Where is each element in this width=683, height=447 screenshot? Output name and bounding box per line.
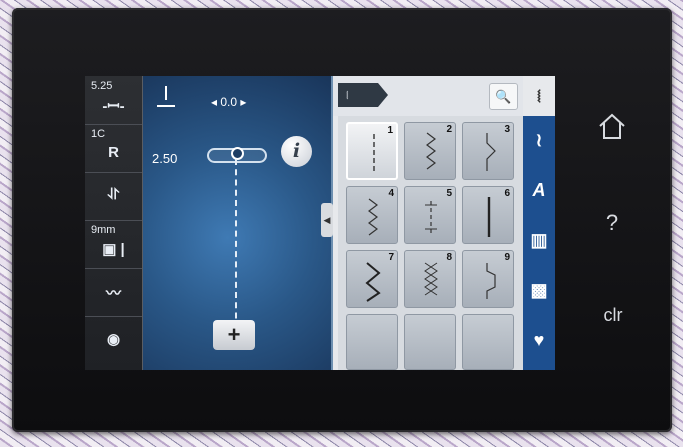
thread-tension-icon: -ꟷ- xyxy=(102,98,125,115)
stitch-tile-11[interactable] xyxy=(404,314,456,370)
buttonholes-icon: ▥ xyxy=(530,230,548,250)
blind-stitch-icon xyxy=(486,263,496,299)
practical-stitches-icon: ⧙ xyxy=(537,86,541,106)
touch-screen: 5.25 -ꟷ- 1C R ⥯ 9mm ▣ | 〰 ◉ ◂ 0.0 ▸ 2.50 xyxy=(85,76,555,370)
presser-foot-pressure-button[interactable]: ⥯ xyxy=(85,172,142,221)
personal-program-tab[interactable]: ♥ xyxy=(523,320,555,360)
help-button[interactable]: ? xyxy=(600,210,624,236)
category-tabs: ⧙ ≀ A ▥ ▩ ♥ xyxy=(523,76,555,370)
stitch-tile-4[interactable]: 4 xyxy=(346,186,398,244)
search-button[interactable]: 🔍 xyxy=(489,83,518,110)
bobbin-icon: ◉ xyxy=(106,331,121,348)
stitch-tile-6[interactable]: 6 xyxy=(462,186,514,244)
buttonholes-tab[interactable]: ▥ xyxy=(523,220,555,260)
presser-foot-value: 1C xyxy=(91,128,106,140)
add-button[interactable]: + xyxy=(213,320,255,350)
quilt-stitches-tab[interactable]: ▩ xyxy=(523,270,555,310)
presser-foot-button[interactable]: 1C R xyxy=(85,124,142,173)
panel-header: ⧙ 🔍 xyxy=(333,76,523,116)
presser-foot-pressure-icon: ⥯ xyxy=(107,186,120,203)
stitch-tile-1[interactable]: 1 xyxy=(346,122,398,180)
stitch-tile-5[interactable]: 5 xyxy=(404,186,456,244)
search-icon: 🔍 xyxy=(495,89,512,104)
stitch-preview-line xyxy=(235,159,237,339)
home-button[interactable] xyxy=(596,110,628,142)
decorative-stitches-tab[interactable]: ≀ xyxy=(523,120,555,160)
honeycomb-stitch-icon xyxy=(424,262,438,296)
alphabets-icon: A xyxy=(532,180,546,200)
stitch-edit-area: ◂ 0.0 ▸ 2.50 i + xyxy=(143,76,331,370)
thread-tension-button[interactable]: 5.25 -ꟷ- xyxy=(85,76,142,125)
personal-program-icon: ♥ xyxy=(533,330,545,350)
triple-zigzag-icon xyxy=(365,262,381,302)
needle-plate-value: 9mm xyxy=(91,224,116,236)
vari-overlock-icon xyxy=(486,133,496,171)
feed-dog-icon: 〰 xyxy=(105,285,121,302)
zigzag-stitch-icon xyxy=(426,132,436,170)
stitch-selection-panel: ⧙ 🔍 1 2 3 4 5 6 7 8 9 ⧙ ≀ A ▥ ▩ ♥ xyxy=(333,76,555,370)
stitch-tile-8[interactable]: 8 xyxy=(404,250,456,308)
triple-straight-stitch-icon xyxy=(487,197,491,237)
needle-plate-icon: ▣ | xyxy=(102,241,125,258)
stitch-tile-3[interactable]: 3 xyxy=(462,122,514,180)
slider-handle[interactable] xyxy=(231,147,244,160)
stitch-width-readout: 2.50 xyxy=(152,151,178,166)
clear-button[interactable]: clr xyxy=(594,305,632,326)
needle-position-icon[interactable] xyxy=(155,84,177,110)
stitch-grid: 1 2 3 4 5 6 7 8 9 xyxy=(338,116,523,370)
stitch-tile-10[interactable] xyxy=(346,314,398,370)
practical-stitches-tab[interactable]: ⧙ xyxy=(523,76,555,116)
needle-position-readout[interactable]: ◂ 0.0 ▸ xyxy=(211,95,246,109)
running-stitch-icon xyxy=(368,198,378,236)
feed-dog-button[interactable]: 〰 xyxy=(85,268,142,317)
straight-stitch-icon xyxy=(373,134,375,174)
securing-program-icon xyxy=(425,201,437,233)
category-breadcrumb[interactable]: ⧙ xyxy=(338,83,388,107)
alphabets-tab[interactable]: A xyxy=(523,170,555,210)
left-status-column: 5.25 -ꟷ- 1C R ⥯ 9mm ▣ | 〰 ◉ xyxy=(85,76,143,370)
quilt-stitches-icon: ▩ xyxy=(530,280,548,300)
stitch-tile-2[interactable]: 2 xyxy=(404,122,456,180)
stitch-tile-9[interactable]: 9 xyxy=(462,250,514,308)
collapse-panel-button[interactable]: ◀ xyxy=(321,203,333,237)
decorative-stitches-icon: ≀ xyxy=(535,130,543,150)
info-button[interactable]: i xyxy=(281,136,312,167)
needle-plate-button[interactable]: 9mm ▣ | xyxy=(85,220,142,269)
stitch-tile-12[interactable] xyxy=(462,314,514,370)
home-icon xyxy=(599,113,625,139)
thread-tension-value: 5.25 xyxy=(91,80,113,92)
bobbin-button[interactable]: ◉ xyxy=(85,316,142,364)
stitch-tile-7[interactable]: 7 xyxy=(346,250,398,308)
presser-foot-icon: R xyxy=(108,144,119,161)
